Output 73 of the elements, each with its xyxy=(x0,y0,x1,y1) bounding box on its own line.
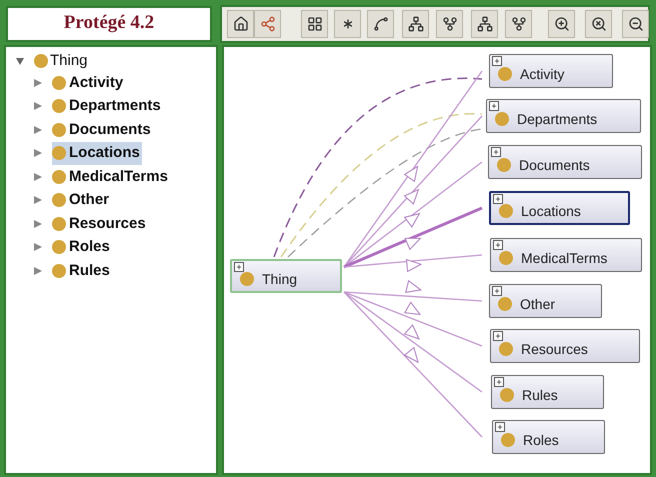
node-label: Rules xyxy=(522,386,558,404)
toolbar-button[interactable] xyxy=(334,10,361,38)
node-label: Departments xyxy=(517,110,598,129)
tree-item[interactable]: MedicalTerms xyxy=(52,166,170,188)
toolbar-button[interactable] xyxy=(301,10,328,38)
expand-button[interactable]: + xyxy=(489,101,499,111)
class-node[interactable]: + Locations xyxy=(489,191,630,225)
expand-button[interactable]: + xyxy=(494,377,504,387)
node-label: Locations xyxy=(521,202,581,220)
home-icon xyxy=(232,16,248,32)
collapsed-triangle-icon[interactable] xyxy=(34,149,42,158)
class-node[interactable]: + Departments xyxy=(486,99,641,133)
collapsed-triangle-icon[interactable] xyxy=(34,172,42,181)
graph-icon xyxy=(260,16,276,32)
tree-item[interactable]: Departments xyxy=(52,95,163,118)
expand-button[interactable]: + xyxy=(493,194,503,204)
node-label: Roles xyxy=(523,430,559,450)
node-label: Resources xyxy=(521,340,588,358)
tree-icon xyxy=(476,16,492,32)
expand-button[interactable]: + xyxy=(492,56,502,66)
tree-icon xyxy=(408,16,424,32)
node-label: Other xyxy=(520,294,556,314)
tree-item[interactable]: Rules xyxy=(52,260,112,282)
collapsed-triangle-icon[interactable] xyxy=(34,196,42,204)
app-title: Protégé 4.2 xyxy=(6,6,212,42)
tree-item[interactable]: Roles xyxy=(52,236,112,258)
node-label: Activity xyxy=(520,64,564,84)
collapsed-triangle-icon[interactable] xyxy=(34,102,42,110)
toolbar-button[interactable] xyxy=(402,10,429,38)
class-node[interactable]: + Roles xyxy=(492,420,605,454)
collapsed-triangle-icon[interactable] xyxy=(34,126,42,134)
toolbar-button[interactable] xyxy=(505,10,532,38)
collapsed-triangle-icon[interactable] xyxy=(34,78,42,87)
zoom-out-icon xyxy=(628,16,644,32)
class-node[interactable]: + Rules xyxy=(491,375,604,409)
expand-button[interactable]: + xyxy=(493,331,503,341)
expand-button[interactable]: + xyxy=(495,422,505,432)
tree-item[interactable]: Resources xyxy=(52,212,148,235)
tree-item[interactable]: Other xyxy=(52,189,112,212)
class-node[interactable]: + Activity xyxy=(489,54,613,88)
expand-button[interactable]: + xyxy=(491,147,501,157)
toolbar-button[interactable] xyxy=(227,10,254,38)
class-node[interactable]: + Thing xyxy=(230,259,342,293)
toolbar-button[interactable] xyxy=(471,10,498,38)
toolbar-button[interactable] xyxy=(548,10,575,38)
toolbar-button[interactable] xyxy=(436,10,463,38)
expand-button[interactable]: + xyxy=(493,240,503,250)
expanded-triangle-icon[interactable] xyxy=(16,57,24,65)
node-label: Thing xyxy=(262,270,298,289)
collapsed-triangle-icon[interactable] xyxy=(34,266,42,275)
collapsed-triangle-icon[interactable] xyxy=(34,243,42,252)
zoom-reset-icon xyxy=(590,16,606,32)
toolbar-button[interactable] xyxy=(585,10,612,38)
tree-item[interactable]: Locations xyxy=(52,142,142,164)
toolbar-button[interactable] xyxy=(622,10,649,38)
class-node[interactable]: + Other xyxy=(489,284,602,318)
spline-icon xyxy=(372,16,388,32)
tree-item[interactable]: Activity xyxy=(52,72,126,94)
tree-item[interactable]: Documents xyxy=(52,118,153,141)
class-node[interactable]: + Documents xyxy=(488,145,642,179)
collapsed-triangle-icon[interactable] xyxy=(34,220,42,228)
expand-button[interactable]: + xyxy=(234,262,244,272)
expand-button[interactable]: + xyxy=(492,286,502,296)
class-node[interactable]: + Resources xyxy=(490,329,640,363)
grid-icon xyxy=(306,16,322,32)
node-label: MedicalTerms xyxy=(521,248,608,268)
fork-icon xyxy=(442,16,458,32)
node-label: Documents xyxy=(519,156,590,174)
class-node[interactable]: + MedicalTerms xyxy=(490,238,642,272)
tree-item[interactable]: Thing xyxy=(50,50,88,72)
fork-icon xyxy=(510,16,526,32)
zoom-in-icon xyxy=(554,16,570,32)
toolbar-button[interactable] xyxy=(367,10,394,38)
